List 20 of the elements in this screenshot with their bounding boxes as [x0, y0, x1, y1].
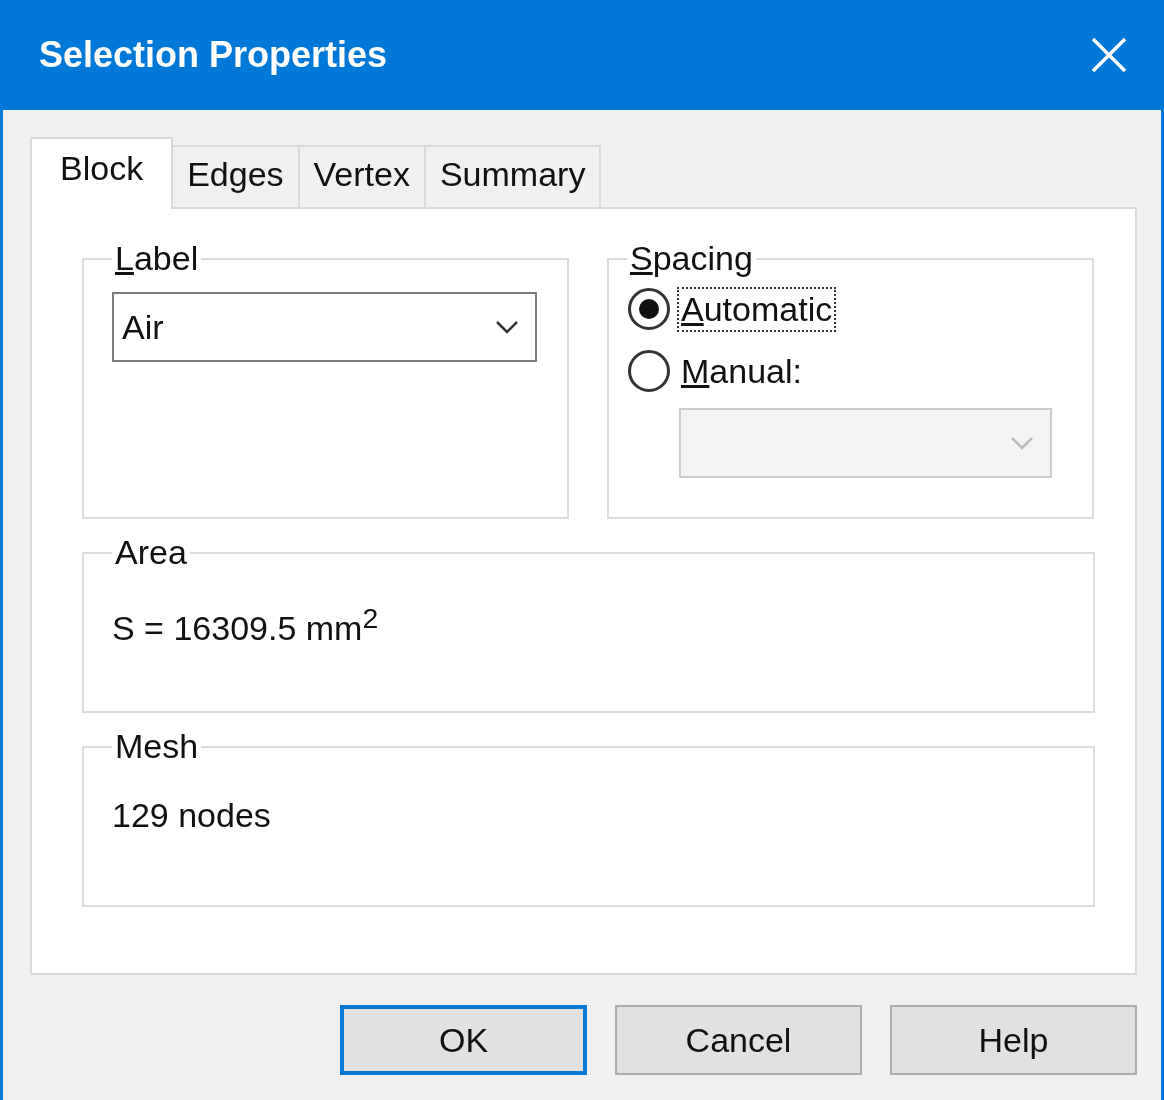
group-label: Label: [114, 239, 200, 278]
mesh-value: 129 nodes: [112, 796, 272, 835]
close-icon[interactable]: [1091, 37, 1127, 73]
tab[interactable]: Summary: [423, 145, 602, 207]
dialog-button[interactable]: OK: [340, 1005, 587, 1075]
group-label: Area: [114, 533, 188, 572]
radio-button[interactable]: [627, 349, 671, 393]
label-dropdown[interactable]: Air: [112, 292, 537, 362]
dialog-button[interactable]: Help: [890, 1005, 1137, 1075]
window-title: Selection Properties: [39, 34, 388, 76]
chevron-icon: [1010, 436, 1034, 450]
radio-button[interactable]: [627, 287, 671, 331]
radio-label[interactable]: Manual:: [677, 348, 806, 394]
tab[interactable]: Block: [30, 137, 174, 209]
chevron-icon: [495, 320, 519, 334]
radio-label[interactable]: Automatic: [677, 286, 837, 332]
area-value: S = 16309.5 mm$^{2}$: [112, 602, 380, 649]
group-label: Spacing: [629, 239, 754, 278]
dialog-button[interactable]: Cancel: [615, 1005, 862, 1075]
group-label: Mesh: [114, 727, 200, 766]
